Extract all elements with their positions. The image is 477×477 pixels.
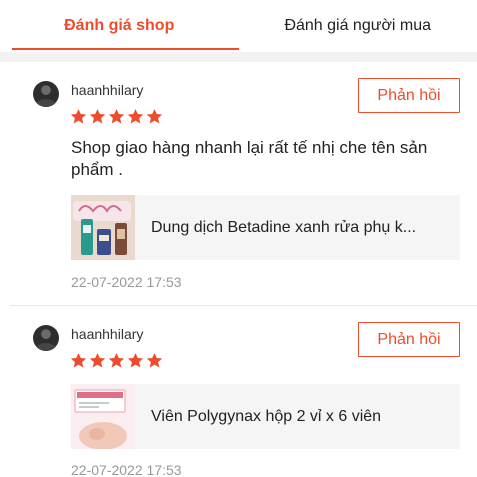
star-icon [146,108,163,125]
star-icon [70,352,87,369]
product-thumbnail [71,384,135,449]
review-date: 22-07-2022 17:53 [71,462,182,477]
star-icon [89,352,106,369]
product-card[interactable]: Viên Polygynax hộp 2 vỉ x 6 viên [71,384,460,449]
review-tabs: Đánh giá shop Đánh giá người mua [0,0,477,52]
star-icon [108,352,125,369]
tab-shop-reviews[interactable]: Đánh giá shop [0,0,239,52]
review-date: 22-07-2022 17:53 [71,274,182,290]
star-icon [127,352,144,369]
avatar [33,325,59,351]
star-icon [127,108,144,125]
star-icon [146,352,163,369]
product-name: Viên Polygynax hộp 2 vỉ x 6 viên [151,407,382,425]
reply-button[interactable]: Phản hồi [358,78,460,113]
avatar [33,81,59,107]
star-icon [70,108,87,125]
review-item: haanhhilary Phản hồi Viên Polygynax hộp … [0,306,477,477]
star-icon [108,108,125,125]
rating-stars [70,108,163,125]
reviewer-username: haanhhilary [71,326,144,342]
tab-buyer-reviews[interactable]: Đánh giá người mua [239,0,477,52]
star-icon [89,108,106,125]
reply-button[interactable]: Phản hồi [358,322,460,357]
section-gap [0,52,477,62]
review-comment: Shop giao hàng nhanh lại rất tế nhị che … [71,138,428,179]
rating-stars [70,352,163,369]
product-card[interactable]: Dung dịch Betadine xanh rửa phụ k... [71,195,460,260]
reviewer-username: haanhhilary [71,82,144,98]
product-thumbnail [71,195,135,260]
review-item: haanhhilary Phản hồi Shop giao hàng nhan… [0,62,477,305]
product-name: Dung dịch Betadine xanh rửa phụ k... [151,218,417,236]
